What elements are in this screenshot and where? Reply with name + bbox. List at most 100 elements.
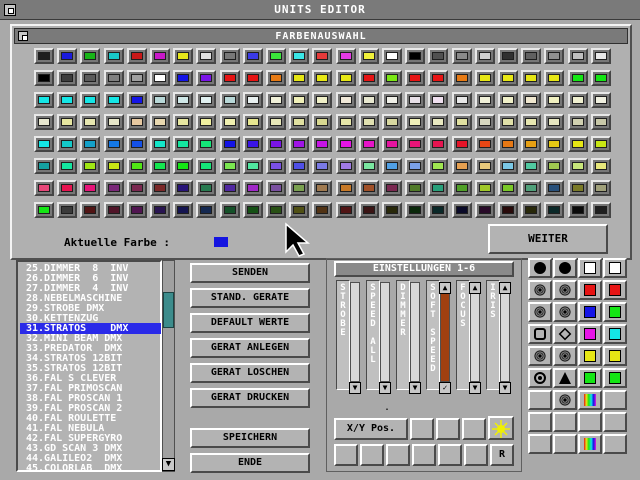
tool-button[interactable] [528,390,552,410]
color-swatch[interactable] [474,48,495,64]
color-swatch[interactable] [266,92,286,108]
color-swatch[interactable] [451,136,472,152]
color-swatch[interactable] [382,180,402,196]
color-swatch[interactable] [544,48,565,64]
color-swatch[interactable] [289,158,310,174]
color-swatch[interactable] [521,92,542,108]
color-swatch[interactable] [196,48,217,64]
color-swatch[interactable] [312,48,333,64]
channel-up-arrow-icon[interactable]: ▲ [499,282,511,294]
color-swatch[interactable] [173,114,194,130]
next-button[interactable]: WEITER [488,224,608,254]
color-swatch[interactable] [567,70,588,86]
color-swatch[interactable] [289,48,310,64]
r-button[interactable]: R [490,444,514,466]
channel-level-track[interactable] [410,282,420,382]
color-swatch[interactable] [103,70,124,86]
color-swatch[interactable] [289,70,310,86]
blank-button[interactable] [360,444,384,466]
color-swatch[interactable] [567,114,588,130]
color-swatch[interactable] [382,136,402,152]
color-swatch[interactable] [80,92,101,108]
color-swatch[interactable] [150,202,170,218]
color-swatch[interactable] [80,136,101,152]
color-swatch[interactable] [498,92,518,108]
channel-level-track[interactable] [350,282,360,382]
color-swatch[interactable] [358,48,379,64]
color-swatch[interactable] [57,92,78,108]
color-swatch[interactable] [103,136,124,152]
color-swatch[interactable] [428,202,449,218]
color-swatch[interactable] [382,92,402,108]
color-swatch[interactable] [242,92,263,108]
color-swatch[interactable] [567,180,588,196]
color-swatch[interactable] [80,114,101,130]
tool-button[interactable] [603,412,627,432]
color-swatch[interactable] [34,136,54,152]
color-swatch[interactable] [428,158,449,174]
color-swatch[interactable] [498,114,518,130]
color-swatch[interactable] [150,48,170,64]
color-swatch[interactable] [498,136,518,152]
color-swatch[interactable] [544,158,565,174]
color-swatch[interactable] [590,136,611,152]
tool-button[interactable] [578,346,602,366]
tool-button[interactable] [603,280,627,300]
color-swatch[interactable] [266,158,286,174]
scroll-down-arrow-icon[interactable]: ▼ [162,458,175,471]
color-swatch[interactable] [590,92,611,108]
color-swatch[interactable] [57,48,78,64]
channel-down-arrow-icon[interactable]: ▼ [349,382,361,394]
color-swatch[interactable] [335,48,356,64]
color-swatch[interactable] [289,114,310,130]
channel-up-arrow-icon[interactable]: ▲ [469,282,481,294]
channel-level-track[interactable] [500,282,510,382]
blank-button[interactable] [438,444,462,466]
color-swatch[interactable] [126,92,147,108]
color-swatch[interactable] [312,70,333,86]
color-swatch[interactable] [312,114,333,130]
color-swatch[interactable] [150,158,170,174]
tool-button[interactable] [528,258,552,278]
tool-button[interactable] [603,302,627,322]
color-swatch[interactable] [451,158,472,174]
color-swatch[interactable] [242,202,263,218]
color-swatch[interactable] [428,114,449,130]
tool-button[interactable] [603,258,627,278]
color-swatch[interactable] [544,92,565,108]
color-swatch[interactable] [34,92,54,108]
color-swatch[interactable] [521,180,542,196]
color-swatch[interactable] [103,92,124,108]
tool-button[interactable] [578,412,602,432]
tool-button[interactable] [553,258,577,278]
color-swatch[interactable] [126,136,147,152]
color-swatch[interactable] [335,180,356,196]
color-swatch[interactable] [405,158,426,174]
color-swatch[interactable] [266,180,286,196]
color-swatch[interactable] [335,70,356,86]
color-swatch[interactable] [289,92,310,108]
color-swatch[interactable] [173,48,194,64]
color-swatch[interactable] [521,136,542,152]
color-swatch[interactable] [57,202,78,218]
color-swatch[interactable] [219,136,240,152]
tool-button[interactable] [528,434,552,454]
color-swatch[interactable] [34,114,54,130]
color-swatch[interactable] [103,202,124,218]
color-swatch[interactable] [590,180,611,196]
create-device-button[interactable]: GERAT ANLEGEN [190,338,310,358]
standard-devices-button[interactable]: STAND. GERATE [190,288,310,308]
color-swatch[interactable] [335,114,356,130]
color-swatch[interactable] [521,48,542,64]
tool-button[interactable] [528,324,552,344]
color-swatch[interactable] [242,180,263,196]
color-swatch[interactable] [382,158,402,174]
color-swatch[interactable] [567,158,588,174]
color-swatch[interactable] [382,70,402,86]
color-swatch[interactable] [150,92,170,108]
sun-button[interactable] [488,416,514,440]
tool-button[interactable] [553,324,577,344]
color-swatch[interactable] [196,92,217,108]
color-swatch[interactable] [266,48,286,64]
color-swatch[interactable] [358,202,379,218]
